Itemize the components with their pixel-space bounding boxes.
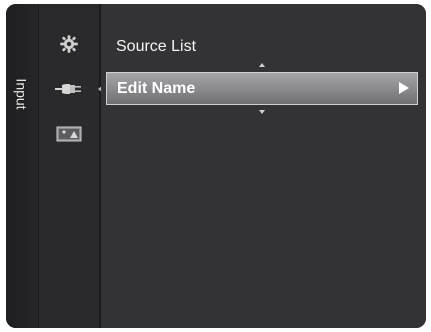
input-plug-icon[interactable] xyxy=(51,75,103,103)
menu-item-label: Edit Name xyxy=(117,79,196,97)
chevron-right-icon xyxy=(399,82,409,94)
category-label: Input xyxy=(10,64,34,124)
scroll-up-icon xyxy=(259,63,265,67)
menu-icon-column xyxy=(39,4,103,328)
picture-icon[interactable] xyxy=(51,120,87,148)
menu-item-label: Source List xyxy=(116,37,197,55)
category-label-text: Input xyxy=(14,78,31,110)
menu-item-source-list[interactable]: Source List xyxy=(106,30,418,63)
menu-list: Source List Edit Name xyxy=(101,4,426,328)
tv-osd-panel: Input Source List Edit Name xyxy=(6,4,426,328)
scroll-down-icon xyxy=(259,110,265,114)
menu-item-edit-name[interactable]: Edit Name xyxy=(106,72,418,105)
settings-icon[interactable] xyxy=(51,30,87,58)
category-strip: Input xyxy=(6,4,39,328)
